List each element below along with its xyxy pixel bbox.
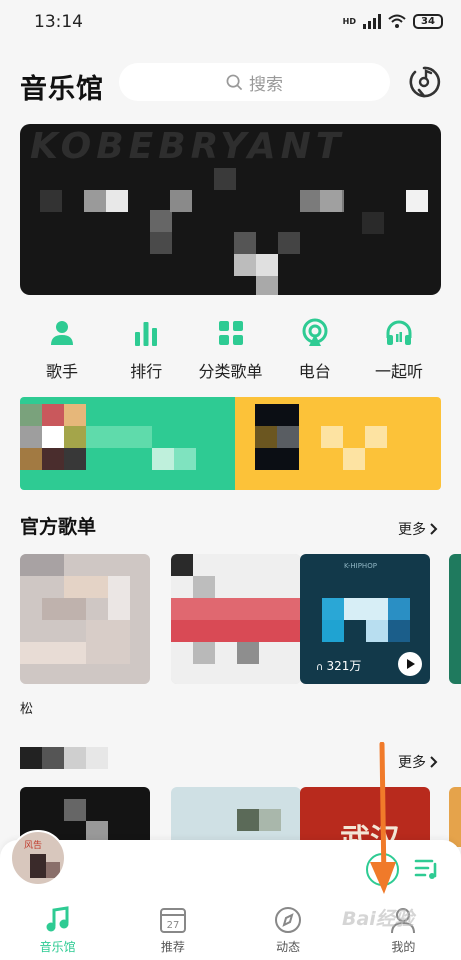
- playlist-cover[interactable]: K-HIPHOP ∩ 321万: [300, 554, 430, 684]
- second-playlist-row: 武汉: [20, 787, 461, 847]
- search-input[interactable]: 搜索: [119, 63, 390, 101]
- nav-ranking[interactable]: 排行: [104, 318, 188, 384]
- signal-icon: [363, 13, 381, 29]
- more-label: 更多: [398, 522, 426, 538]
- music-recognition-icon[interactable]: [407, 65, 441, 99]
- nav-label: 歌手: [45, 362, 78, 381]
- nav-label: 排行: [130, 362, 163, 381]
- playlist-cover[interactable]: [171, 787, 301, 847]
- search-icon: [226, 74, 243, 90]
- playlist-cover-partial[interactable]: [449, 787, 461, 847]
- category-icon: [218, 321, 243, 345]
- status-time: 13:14: [34, 12, 83, 32]
- tab-label: 我的: [391, 940, 416, 954]
- tab-music-hall[interactable]: 音乐馆: [0, 898, 115, 960]
- section-title-official-playlists: 官方歌单: [20, 516, 97, 538]
- banner-carousel[interactable]: KOBEBRYANT: [20, 124, 441, 295]
- radio-icon: [302, 318, 328, 346]
- play-count: ∩ 321万: [316, 659, 362, 673]
- tab-recommend[interactable]: 27 推荐: [115, 898, 230, 960]
- now-playing-cover[interactable]: 风告: [10, 830, 66, 886]
- singer-icon: [51, 321, 73, 345]
- tab-feed[interactable]: 动态: [231, 898, 346, 960]
- ranking-icon: [135, 322, 158, 346]
- tab-label: 动态: [276, 940, 301, 954]
- calendar-icon: 27: [159, 908, 186, 933]
- playlist-cover[interactable]: 武汉: [300, 787, 430, 847]
- more-label: 更多: [398, 755, 426, 771]
- play-button[interactable]: [366, 853, 399, 886]
- avatar-text: 风告: [24, 841, 43, 851]
- headphones-icon: [386, 320, 412, 345]
- nav-label: 一起听: [374, 362, 423, 381]
- promo-banner[interactable]: [20, 397, 441, 490]
- cover-label: K-HIPHOP: [344, 562, 377, 570]
- network-type: HD: [342, 16, 356, 26]
- promo-right-panel: [235, 397, 441, 490]
- category-nav: 歌手 排行 分类歌单 电台 一起听: [20, 318, 441, 384]
- status-icons: HD 34: [343, 13, 443, 29]
- nav-category-playlists[interactable]: 分类歌单: [189, 318, 273, 384]
- header: 音乐馆 搜索: [0, 55, 461, 111]
- promo-left-panel: [20, 397, 235, 490]
- nav-label: 分类歌单: [198, 362, 263, 381]
- more-link-second[interactable]: 更多: [398, 752, 438, 772]
- watermark: Bai经验: [342, 908, 414, 930]
- section-title-hidden: [20, 747, 108, 769]
- calendar-day: 27: [167, 920, 180, 931]
- nav-singer[interactable]: 歌手: [20, 318, 104, 384]
- playlist-caption: 松: [20, 702, 34, 717]
- more-link-official[interactable]: 更多: [398, 519, 438, 539]
- banner-text: KOBEBRYANT: [30, 126, 346, 167]
- playlist-cover[interactable]: [171, 554, 301, 684]
- play-button[interactable]: [398, 652, 422, 676]
- page-title: 音乐馆: [20, 74, 104, 105]
- nav-radio[interactable]: 电台: [273, 318, 357, 384]
- wifi-icon: [388, 14, 406, 28]
- banner-mosaic: [20, 164, 441, 295]
- nav-listen-together[interactable]: 一起听: [357, 318, 441, 384]
- tab-label: 推荐: [160, 940, 185, 954]
- nav-label: 电台: [298, 362, 331, 381]
- battery-indicator: 34: [413, 13, 443, 29]
- search-placeholder: 搜索: [249, 74, 283, 95]
- chevron-right-icon: [430, 756, 438, 768]
- playlist-cover-partial[interactable]: [449, 554, 461, 684]
- chevron-right-icon: [430, 523, 438, 535]
- status-bar: 13:14 HD 34: [0, 0, 461, 46]
- compass-icon: [275, 907, 302, 933]
- tab-label: 音乐馆: [39, 940, 76, 954]
- playlist-queue-icon[interactable]: [414, 856, 440, 882]
- official-playlist-row: K-HIPHOP ∩ 321万: [20, 554, 461, 684]
- playlist-cover[interactable]: [20, 554, 150, 684]
- music-note-icon: [46, 906, 69, 932]
